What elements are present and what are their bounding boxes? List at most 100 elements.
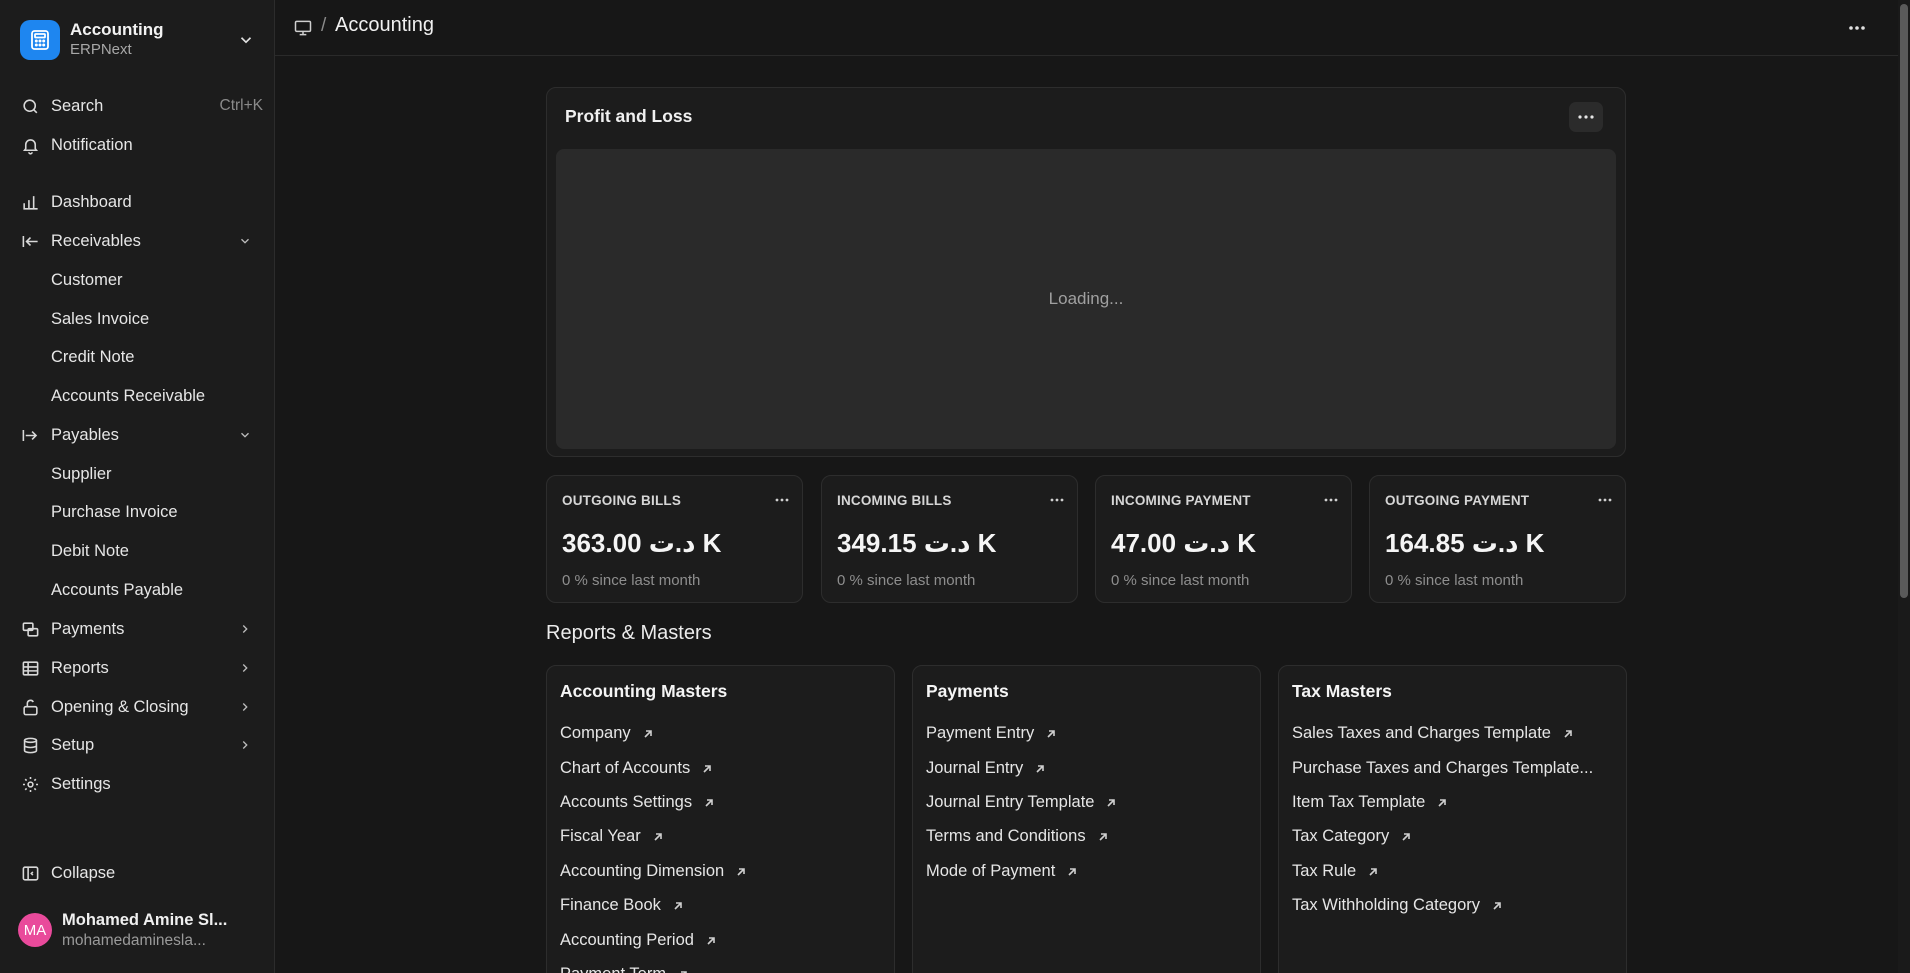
link-sales-taxes-template[interactable]: Sales Taxes and Charges Template bbox=[1292, 724, 1575, 743]
user-menu[interactable]: MA Mohamed Amine Sl... mohamedamineslа..… bbox=[10, 902, 265, 958]
number-card-incoming-bills[interactable]: INCOMING BILLS 349.15 د.ت K 0 % since la… bbox=[821, 475, 1078, 603]
arrow-up-right-icon bbox=[702, 796, 716, 810]
arrow-up-right-icon bbox=[734, 865, 748, 879]
app-title: Accounting bbox=[70, 20, 164, 39]
link-item-tax-template[interactable]: Item Tax Template bbox=[1292, 793, 1449, 812]
link-terms-and-conditions[interactable]: Terms and Conditions bbox=[926, 827, 1110, 846]
link-fiscal-year[interactable]: Fiscal Year bbox=[560, 827, 665, 846]
arrow-up-right-icon bbox=[1435, 796, 1449, 810]
page-title[interactable]: Accounting bbox=[335, 14, 434, 37]
link-tax-withholding-category[interactable]: Tax Withholding Category bbox=[1292, 896, 1504, 915]
chart-loading-area: Loading... bbox=[556, 149, 1616, 449]
chevron-down-icon bbox=[237, 233, 253, 249]
number-card-stat: 0 % since last month bbox=[1111, 572, 1250, 589]
database-icon bbox=[20, 735, 40, 755]
sidebar-item-payments[interactable]: Payments bbox=[10, 612, 265, 646]
arrow-up-right-icon bbox=[1366, 865, 1380, 879]
arrow-up-right-icon bbox=[676, 968, 690, 973]
arrow-up-right-icon bbox=[1033, 762, 1047, 776]
chevron-right-icon bbox=[237, 699, 253, 715]
number-card-stat: 0 % since last month bbox=[837, 572, 976, 589]
sidebar-item-accounts-payable[interactable]: Accounts Payable bbox=[10, 573, 265, 607]
link-finance-book[interactable]: Finance Book bbox=[560, 896, 685, 915]
number-card-value: 164.85 د.ت K bbox=[1385, 528, 1545, 558]
arrow-up-right-icon bbox=[1104, 796, 1118, 810]
number-card-stat: 0 % since last month bbox=[1385, 572, 1524, 589]
link-journal-entry[interactable]: Journal Entry bbox=[926, 759, 1047, 778]
more-horizontal-icon[interactable] bbox=[1321, 490, 1341, 510]
link-tax-rule[interactable]: Tax Rule bbox=[1292, 862, 1380, 881]
user-email: mohamedamineslа... bbox=[62, 932, 206, 949]
number-card-incoming-payment[interactable]: INCOMING PAYMENT 47.00 د.ت K 0 % since l… bbox=[1095, 475, 1352, 603]
accounting-logo-icon bbox=[20, 20, 60, 60]
payments-icon bbox=[20, 619, 40, 639]
link-tax-category[interactable]: Tax Category bbox=[1292, 827, 1413, 846]
sidebar-item-receivables[interactable]: Receivables bbox=[10, 224, 265, 258]
sidebar-notification[interactable]: Notification bbox=[10, 128, 265, 162]
arrow-left-bar-icon bbox=[20, 231, 40, 251]
link-journal-entry-template[interactable]: Journal Entry Template bbox=[926, 793, 1118, 812]
sidebar-item-sales-invoice[interactable]: Sales Invoice bbox=[10, 302, 265, 336]
arrow-up-right-icon bbox=[1065, 865, 1079, 879]
link-payment-entry[interactable]: Payment Entry bbox=[926, 724, 1058, 743]
profit-loss-card: Profit and Loss Loading... bbox=[546, 87, 1626, 457]
sidebar-item-supplier[interactable]: Supplier bbox=[10, 457, 265, 491]
arrow-up-right-icon bbox=[671, 899, 685, 913]
arrow-up-right-icon bbox=[704, 934, 718, 948]
breadcrumb-separator: / bbox=[321, 15, 327, 36]
link-card-payments: Payments Payment Entry Journal Entry Jou… bbox=[912, 665, 1261, 973]
sidebar-item-setup[interactable]: Setup bbox=[10, 728, 265, 762]
desktop-icon[interactable] bbox=[293, 18, 313, 38]
app-subtitle: ERPNext bbox=[70, 41, 132, 58]
avatar: MA bbox=[18, 913, 52, 947]
sidebar-item-credit-note[interactable]: Credit Note bbox=[10, 340, 265, 374]
gear-icon bbox=[20, 774, 40, 794]
sidebar-item-opening-closing[interactable]: Opening & Closing bbox=[10, 690, 265, 724]
app-switcher[interactable]: Accounting ERPNext bbox=[10, 12, 265, 68]
sidebar-item-accounts-receivable[interactable]: Accounts Receivable bbox=[10, 379, 265, 413]
link-card-tax-masters: Tax Masters Sales Taxes and Charges Temp… bbox=[1278, 665, 1627, 973]
bar-chart-icon bbox=[20, 192, 40, 212]
scrollbar[interactable] bbox=[1898, 0, 1910, 973]
more-horizontal-icon bbox=[1578, 115, 1594, 119]
lock-open-icon bbox=[20, 697, 40, 717]
sidebar-item-debit-note[interactable]: Debit Note bbox=[10, 534, 265, 568]
chart-options-button[interactable] bbox=[1569, 102, 1603, 132]
sidebar-item-dashboard[interactable]: Dashboard bbox=[10, 185, 265, 219]
number-card-outgoing-payment[interactable]: OUTGOING PAYMENT 164.85 د.ت K 0 % since … bbox=[1369, 475, 1626, 603]
more-options-icon[interactable] bbox=[1845, 16, 1869, 40]
collapse-sidebar-button[interactable]: Collapse bbox=[10, 856, 265, 890]
arrow-up-right-icon bbox=[1561, 727, 1575, 741]
sidebar-collapse-icon bbox=[20, 863, 40, 883]
sidebar-item-customer[interactable]: Customer bbox=[10, 263, 265, 297]
link-accounting-dimension[interactable]: Accounting Dimension bbox=[560, 862, 748, 881]
link-purchase-taxes-template[interactable]: Purchase Taxes and Charges Template... bbox=[1292, 759, 1593, 778]
link-accounting-period[interactable]: Accounting Period bbox=[560, 931, 718, 950]
sidebar-item-payables[interactable]: Payables bbox=[10, 418, 265, 452]
main-content: / Accounting Profit and Loss Loading... … bbox=[275, 0, 1910, 973]
link-card-accounting-masters: Accounting Masters Company Chart of Acco… bbox=[546, 665, 895, 973]
sidebar-search[interactable]: Search Ctrl+K bbox=[10, 89, 265, 123]
link-payment-term[interactable]: Payment Term bbox=[560, 965, 690, 973]
link-chart-of-accounts[interactable]: Chart of Accounts bbox=[560, 759, 714, 778]
arrow-right-bar-icon bbox=[20, 425, 40, 445]
bell-icon bbox=[20, 135, 40, 155]
sidebar-item-purchase-invoice[interactable]: Purchase Invoice bbox=[10, 495, 265, 529]
chevron-down-icon bbox=[237, 427, 253, 443]
more-horizontal-icon[interactable] bbox=[772, 490, 792, 510]
loading-text: Loading... bbox=[1048, 289, 1124, 308]
search-shortcut: Ctrl+K bbox=[219, 97, 264, 114]
link-company[interactable]: Company bbox=[560, 724, 655, 743]
link-mode-of-payment[interactable]: Mode of Payment bbox=[926, 862, 1079, 881]
sidebar-item-reports[interactable]: Reports bbox=[10, 651, 265, 685]
app-root: Accounting ERPNext Search Ctrl+K Notific… bbox=[0, 0, 1910, 973]
link-accounts-settings[interactable]: Accounts Settings bbox=[560, 793, 716, 812]
arrow-up-right-icon bbox=[1490, 899, 1504, 913]
more-horizontal-icon[interactable] bbox=[1595, 490, 1615, 510]
reports-section-title: Reports & Masters bbox=[546, 622, 712, 644]
user-name: Mohamed Amine Sl... bbox=[62, 911, 228, 929]
scrollbar-thumb[interactable] bbox=[1900, 4, 1908, 598]
more-horizontal-icon[interactable] bbox=[1047, 490, 1067, 510]
sidebar-item-settings[interactable]: Settings bbox=[10, 767, 265, 801]
number-card-outgoing-bills[interactable]: OUTGOING BILLS 363.00 د.ت K 0 % since la… bbox=[546, 475, 803, 603]
